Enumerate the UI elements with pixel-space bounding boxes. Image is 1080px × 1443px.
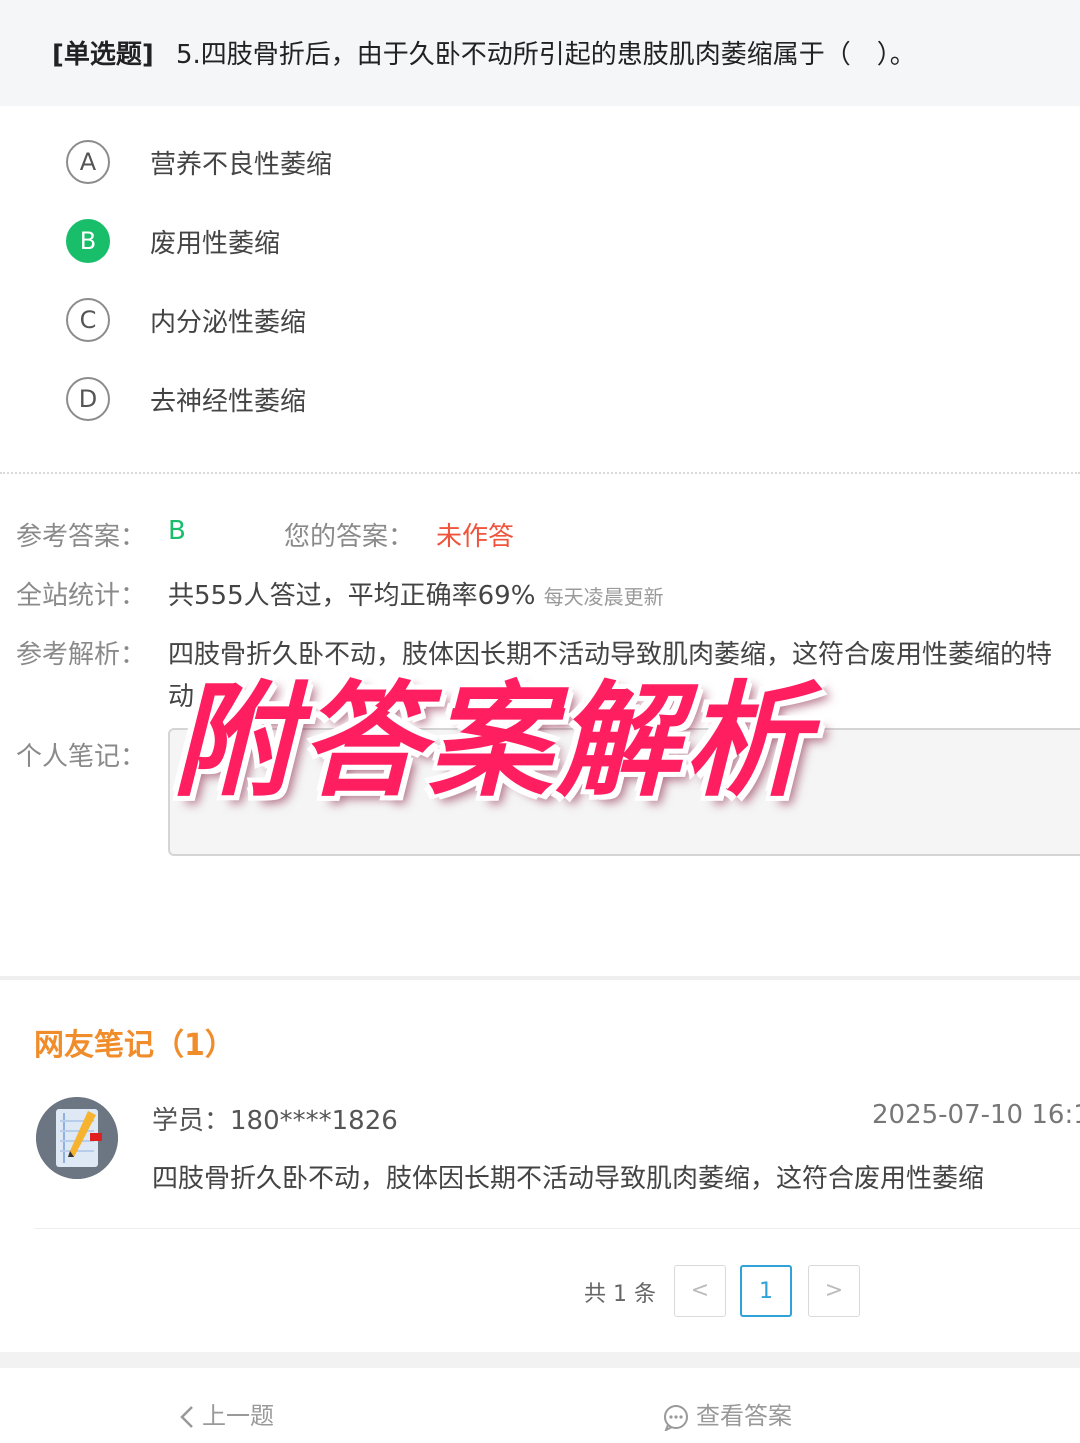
view-answer-label: 查看答案 xyxy=(696,1402,792,1430)
answer-analysis-banner: 附答案解析 xyxy=(172,670,813,814)
option-b[interactable]: B 废用性萎缩 xyxy=(66,219,666,269)
analysis-label: 参考解析： xyxy=(16,640,147,670)
ref-answer-label: 参考答案： xyxy=(16,522,147,552)
view-answer-button[interactable]: 查看答案 xyxy=(662,1396,792,1431)
option-a[interactable]: A 营养不良性萎缩 xyxy=(66,140,666,190)
option-c[interactable]: C 内分泌性萎缩 xyxy=(66,298,666,348)
chevron-right-icon: > xyxy=(824,1278,844,1303)
option-d[interactable]: D 去神经性萎缩 xyxy=(66,377,666,427)
chevron-left-icon xyxy=(180,1406,193,1428)
option-a-marker: A xyxy=(66,140,110,184)
note-timestamp: 2025-07-10 16:1 xyxy=(872,1100,1080,1130)
question-type: [单选题] xyxy=(52,40,154,70)
option-d-text: 去神经性萎缩 xyxy=(150,387,307,417)
avatar xyxy=(36,1097,118,1179)
your-answer-label: 您的答案： xyxy=(284,522,415,552)
note-username: 学员：180****1826 xyxy=(152,1106,398,1136)
stats-label: 全站统计： xyxy=(16,581,147,611)
pagination-page-1[interactable]: 1 xyxy=(740,1265,792,1317)
question-text: 5.四肢骨折后，由于久卧不动所引起的患肢肌肉萎缩属于（ ）。 xyxy=(176,40,916,70)
bottom-separator xyxy=(0,1352,1080,1368)
chat-bubble-icon xyxy=(664,1405,688,1431)
section-divider xyxy=(0,976,1080,980)
option-d-marker: D xyxy=(66,377,110,421)
notebook-pencil-icon xyxy=(36,1097,118,1179)
stats-value: 共555人答过，平均正确率69% xyxy=(168,581,536,611)
your-answer-value: 未作答 xyxy=(436,522,515,552)
note-divider xyxy=(34,1228,1080,1229)
option-b-marker: B xyxy=(66,219,110,263)
previous-question-button[interactable]: 上一题 xyxy=(178,1396,274,1431)
previous-question-label: 上一题 xyxy=(202,1402,274,1430)
divider xyxy=(0,472,1080,474)
pagination-total: 共 1 条 xyxy=(584,1282,656,1307)
question-header: [单选题] 5.四肢骨折后，由于久卧不动所引起的患肢肌肉萎缩属于（ ）。 xyxy=(0,0,1080,106)
chevron-left-icon: < xyxy=(690,1278,710,1303)
option-b-text: 废用性萎缩 xyxy=(150,229,281,259)
personal-notes-label: 个人笔记： xyxy=(16,742,147,772)
ref-answer-value: B xyxy=(168,516,186,546)
peer-notes-title: 网友笔记（1） xyxy=(34,1028,235,1063)
option-a-text: 营养不良性萎缩 xyxy=(150,150,333,180)
stats-update-note: 每天凌晨更新 xyxy=(543,585,664,609)
pagination-prev-button[interactable]: < xyxy=(674,1265,726,1317)
option-c-marker: C xyxy=(66,298,110,342)
note-content: 四肢骨折久卧不动，肢体因长期不活动导致肌肉萎缩，这符合废用性萎缩 xyxy=(152,1164,985,1194)
option-c-text: 内分泌性萎缩 xyxy=(150,308,307,338)
pagination-next-button[interactable]: > xyxy=(808,1265,860,1317)
bottom-nav-bar xyxy=(0,1368,1080,1443)
